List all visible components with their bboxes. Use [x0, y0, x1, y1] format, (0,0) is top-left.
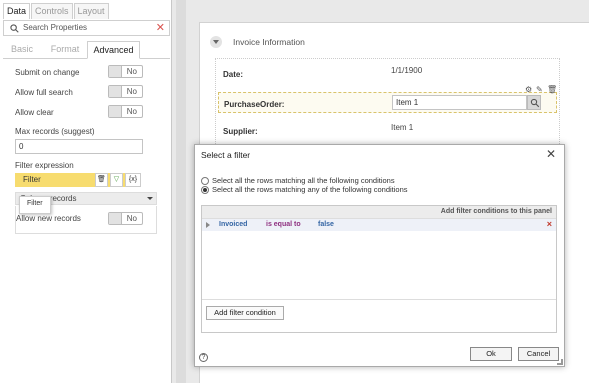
filter-icon[interactable]: ▽ — [110, 173, 123, 187]
lookup-button[interactable] — [527, 95, 541, 110]
tab-data[interactable]: Data — [3, 3, 31, 19]
select-filter-dialog: Select a filter ✕ Select all the rows ma… — [194, 144, 565, 367]
expand-icon[interactable] — [206, 222, 210, 228]
tab-format[interactable]: Format — [43, 41, 87, 59]
allow-new-records-label: Allow new records — [16, 214, 81, 223]
supplier-value: Item 1 — [391, 123, 414, 132]
edit-icon[interactable]: ✎ — [536, 85, 545, 94]
search-properties-input[interactable]: Search Properties ✕ — [3, 20, 170, 36]
filter-tooltip: Filter — [19, 196, 51, 214]
help-icon[interactable]: ? — [199, 353, 208, 362]
radio-label: Select all the rows matching any of the … — [212, 185, 408, 194]
allow-full-search-label: Allow full search — [15, 88, 73, 97]
toggle-knob — [109, 66, 122, 77]
purchase-order-control[interactable]: PurchaseOrder: Item 1 ⚙ ✎ 🗑 — [218, 85, 557, 113]
chevron-down-icon[interactable] — [210, 36, 222, 48]
invoice-form: Date: 1/1/1900 PurchaseOrder: Item 1 ⚙ ✎… — [215, 58, 560, 158]
top-tabs: Data Controls Layout — [3, 3, 110, 19]
panel-footer: Add filter condition — [202, 299, 556, 332]
radio-button[interactable] — [201, 177, 209, 185]
tab-basic[interactable]: Basic — [3, 41, 41, 59]
close-icon[interactable]: ✕ — [156, 22, 165, 34]
condition-field[interactable]: Invoiced — [219, 221, 247, 228]
purchase-order-label: PurchaseOrder: — [224, 100, 285, 109]
toggle-value: No — [126, 67, 137, 76]
trash-icon[interactable]: 🗑 — [95, 173, 108, 187]
filter-expression-field[interactable]: Filter 🗑 ▽ {x} — [15, 173, 141, 187]
resize-grip[interactable] — [557, 359, 563, 365]
date-value: 1/1/1900 — [391, 66, 423, 75]
expression-button[interactable]: {x} — [125, 173, 141, 187]
add-filter-condition-button[interactable]: Add filter condition — [206, 306, 284, 320]
gear-icon[interactable]: ⚙ — [525, 85, 534, 94]
max-records-input[interactable]: 0 — [15, 139, 143, 154]
toggle-knob — [109, 106, 122, 117]
panel-header-label: Add filter conditions to this panel — [440, 208, 552, 215]
filter-condition-row[interactable]: Invoiced is equal to false × — [202, 219, 556, 231]
control-toolbar: ⚙ ✎ 🗑 — [525, 85, 558, 94]
allow-clear-toggle[interactable]: No — [108, 105, 143, 118]
dialog-title: Select a filter — [201, 150, 251, 160]
tab-advanced[interactable]: Advanced — [87, 41, 140, 59]
ok-button[interactable]: Ok — [470, 347, 512, 361]
allow-clear-label: Allow clear — [15, 108, 54, 117]
filter-value: Filter — [23, 175, 41, 184]
toggle-value: No — [126, 107, 137, 116]
search-placeholder: Search Properties — [23, 23, 88, 32]
toggle-value: No — [126, 87, 137, 96]
panel-header: Add filter conditions to this panel — [202, 206, 556, 219]
submit-on-change-toggle[interactable]: No — [108, 65, 143, 78]
close-icon[interactable]: ✕ — [546, 147, 556, 161]
toggle-value: No — [126, 214, 137, 223]
delete-condition-icon[interactable]: × — [547, 219, 552, 229]
chevron-down-icon — [147, 197, 153, 200]
search-icon — [530, 98, 540, 108]
trash-icon[interactable]: 🗑 — [547, 85, 557, 94]
allow-new-records-toggle[interactable]: No — [108, 212, 143, 225]
toggle-knob — [109, 86, 122, 97]
radio-button[interactable] — [201, 186, 209, 194]
allow-full-search-toggle[interactable]: No — [108, 85, 143, 98]
filter-expression-label: Filter expression — [15, 161, 74, 170]
max-records-label: Max records (suggest) — [15, 127, 95, 136]
properties-panel: Data Controls Layout Search Properties ✕… — [0, 0, 172, 383]
splitter[interactable] — [176, 0, 186, 383]
purchase-order-input[interactable]: Item 1 — [392, 95, 527, 110]
date-label: Date: — [223, 70, 244, 79]
submit-on-change-label: Submit on change — [15, 68, 80, 77]
sub-tabs: Basic Format Advanced — [3, 39, 170, 59]
radio-label: Select all the rows matching all the fol… — [212, 176, 395, 185]
tab-controls[interactable]: Controls — [31, 3, 73, 19]
cancel-button[interactable]: Cancel — [518, 347, 559, 361]
condition-operator[interactable]: is equal to — [266, 221, 301, 228]
filter-conditions-panel: Add filter conditions to this panel Invo… — [201, 205, 557, 333]
search-icon — [10, 24, 19, 33]
section-title: Invoice Information — [233, 37, 305, 47]
supplier-label: Supplier: — [223, 127, 258, 136]
condition-value[interactable]: false — [318, 221, 334, 228]
tab-layout[interactable]: Layout — [73, 3, 109, 19]
toggle-knob — [109, 213, 122, 224]
